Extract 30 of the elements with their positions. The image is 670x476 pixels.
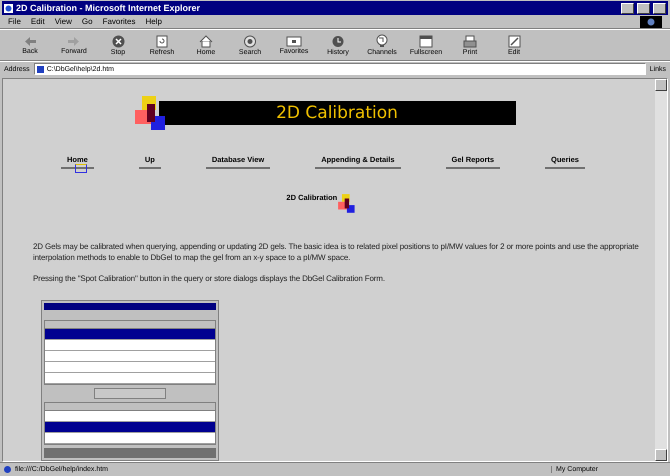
page-icon [4, 466, 11, 473]
house-icon [199, 34, 213, 48]
window-title: 2D Calibration - Microsoft Internet Explorer [16, 3, 202, 13]
menu-item[interactable]: Edit [30, 17, 45, 26]
body-paragraph: 2D Gels may be calibrated when querying, appending or updating 2D gels. The basic idea is to related pixel positions to pI/MW values for 2 or more points and use the appropriate interpolation methods to enable to DbGel to map the gel from an x-y space to a pI/MW space. [33, 241, 640, 264]
browser-icon [4, 4, 13, 12]
body-paragraph: Pressing the "Spot Calibration" button in the query or store dialogs displays the DbGel Calibration Form. [33, 273, 386, 284]
close-icon[interactable] [653, 2, 666, 14]
forward-arrow-icon [67, 36, 81, 46]
edit-icon [508, 34, 520, 48]
refresh-icon [156, 34, 168, 48]
history-icon [331, 34, 345, 48]
window-icon [419, 34, 433, 48]
menu-item[interactable]: Help [145, 17, 162, 26]
globe-icon [375, 34, 389, 48]
printer-icon [463, 34, 477, 48]
maximize-icon[interactable] [637, 2, 650, 14]
small-logo-squares-icon [337, 193, 356, 214]
page-icon [36, 66, 44, 72]
search-icon [243, 34, 257, 48]
page-banner: 2D Calibration [158, 101, 516, 126]
menu-item[interactable]: Go [82, 17, 93, 26]
menu-item[interactable]: Favorites [102, 17, 136, 26]
minimize-icon[interactable] [621, 2, 634, 14]
browser-logo-icon [640, 16, 662, 28]
menu-item[interactable]: File [8, 17, 21, 26]
menu-item[interactable]: View [54, 17, 72, 26]
stop-icon [112, 34, 124, 48]
back-arrow-icon [23, 36, 37, 46]
folder-icon [286, 35, 302, 47]
